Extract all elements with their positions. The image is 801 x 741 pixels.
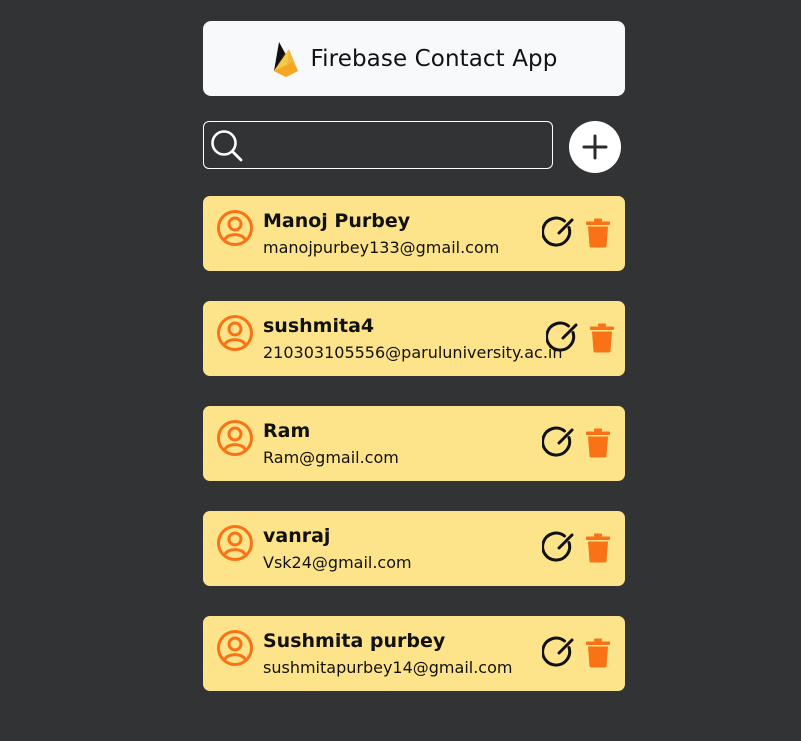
plus-icon <box>582 134 608 160</box>
edit-icon[interactable] <box>542 636 576 670</box>
contact-name: vanraj <box>263 525 331 547</box>
search-row <box>203 121 625 173</box>
user-avatar-icon <box>217 420 253 456</box>
app-title: Firebase Contact App <box>310 45 558 72</box>
contact-name: Manoj Purbey <box>263 210 411 232</box>
contact-email: Vsk24@gmail.com <box>263 553 412 572</box>
navbar: Firebase Contact App <box>203 21 625 96</box>
edit-icon[interactable] <box>542 216 576 250</box>
contact-email: manojpurbey133@gmail.com <box>263 238 500 257</box>
contact-email: 210303105556@paruluniversity.ac.in <box>263 343 563 362</box>
trash-icon[interactable] <box>589 323 615 353</box>
user-avatar-icon <box>217 630 253 666</box>
contact-email: Ram@gmail.com <box>263 448 399 467</box>
contact-card: sushmita4 210303105556@paruluniversity.a… <box>203 301 625 376</box>
edit-icon[interactable] <box>542 531 576 565</box>
firebase-logo-icon <box>273 41 298 77</box>
contact-list: Manoj Purbey manojpurbey133@gmail.com su… <box>203 196 625 721</box>
search-box[interactable] <box>203 121 553 169</box>
add-contact-button[interactable] <box>569 121 621 173</box>
user-avatar-icon <box>217 525 253 561</box>
edit-icon[interactable] <box>546 321 580 355</box>
search-input[interactable] <box>250 126 550 166</box>
contact-email: sushmitapurbey14@gmail.com <box>263 658 513 677</box>
app-root: Firebase Contact App Manoj Purbey manojp… <box>0 0 801 741</box>
contact-card: Sushmita purbey sushmitapurbey14@gmail.c… <box>203 616 625 691</box>
contact-name: sushmita4 <box>263 315 375 337</box>
trash-icon[interactable] <box>585 428 611 458</box>
trash-icon[interactable] <box>585 533 611 563</box>
contact-name: Sushmita purbey <box>263 630 446 652</box>
edit-icon[interactable] <box>542 426 576 460</box>
trash-icon[interactable] <box>585 638 611 668</box>
user-avatar-icon <box>217 315 253 351</box>
contact-name: Ram <box>263 420 311 442</box>
trash-icon[interactable] <box>585 218 611 248</box>
contact-card: Ram Ram@gmail.com <box>203 406 625 481</box>
user-avatar-icon <box>217 210 253 246</box>
contact-card: vanraj Vsk24@gmail.com <box>203 511 625 586</box>
contact-card: Manoj Purbey manojpurbey133@gmail.com <box>203 196 625 271</box>
search-icon <box>211 130 243 162</box>
